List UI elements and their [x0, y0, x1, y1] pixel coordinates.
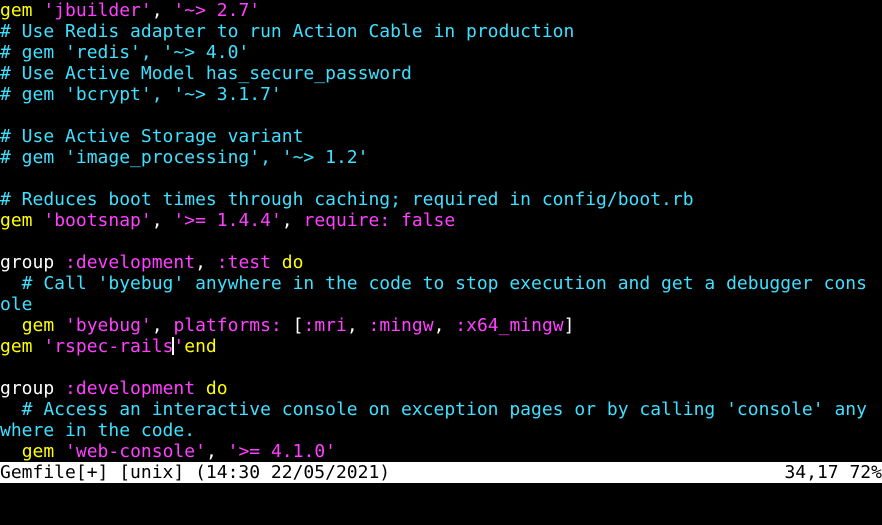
code-token: # Access an interactive console on excep… [0, 399, 867, 420]
code-token: end [184, 336, 217, 357]
status-file-info: Gemfile[+] [unix] (14:30 22/05/2021) [0, 462, 391, 483]
vim-command-line[interactable] [0, 483, 882, 506]
code-token: '>= 1.4.4' [173, 210, 282, 231]
code-line[interactable]: # gem 'image_processing', '~> 1.2' [0, 147, 882, 168]
code-line[interactable]: gem 'web-console', '>= 4.1.0' [0, 441, 882, 462]
code-token: :development [65, 252, 196, 273]
code-token: where in the code. [0, 420, 196, 441]
code-line[interactable]: # Use Active Model has_secure_password [0, 63, 882, 84]
code-token: gem [21, 441, 55, 462]
code-line[interactable]: gem 'jbuilder', '~> 2.7' [0, 0, 882, 21]
code-token: '~> 2.7' [173, 0, 261, 21]
code-token: , [433, 315, 456, 336]
code-token: gem [0, 336, 33, 357]
code-token: , [151, 0, 174, 21]
code-token: :mri [303, 315, 347, 336]
code-line[interactable]: # Call 'byebug' anywhere in the code to … [0, 273, 882, 294]
code-token: false [401, 210, 456, 231]
code-token: :test [216, 252, 271, 273]
code-token: , [195, 252, 217, 273]
code-token: # gem 'redis', '~> 4.0' [0, 42, 250, 63]
vim-status-line: Gemfile[+] [unix] (14:30 22/05/2021) 34,… [0, 462, 882, 483]
code-line[interactable]: # Access an interactive console on excep… [0, 399, 882, 420]
code-token: 'web-console' [65, 441, 206, 462]
code-token: group [0, 252, 66, 273]
code-token: ' [173, 336, 185, 357]
code-token: # Use Redis adapter to run Action Cable … [0, 21, 575, 42]
code-token: :mingw [368, 315, 434, 336]
code-token: # gem 'image_processing', '~> 1.2' [0, 147, 369, 168]
code-token: # Use Active Storage variant [0, 126, 304, 147]
code-line[interactable] [0, 168, 882, 189]
code-line[interactable]: group :development, :test do [0, 252, 882, 273]
code-line[interactable]: # Reduces boot times through caching; re… [0, 189, 882, 210]
code-token: gem [0, 0, 33, 21]
code-token: do [205, 378, 228, 399]
code-token: # gem 'bcrypt', '~> 3.1.7' [0, 84, 282, 105]
code-line[interactable]: ole [0, 294, 882, 315]
code-line[interactable]: # Use Active Storage variant [0, 126, 882, 147]
code-line[interactable] [0, 357, 882, 378]
code-token: gem [21, 315, 55, 336]
code-token: 'bootsnap' [43, 210, 152, 231]
code-token: :x64_mingw [455, 315, 564, 336]
code-token: group [0, 378, 66, 399]
code-line[interactable]: # gem 'bcrypt', '~> 3.1.7' [0, 84, 882, 105]
code-line[interactable]: where in the code. [0, 420, 882, 441]
vim-editor-buffer[interactable]: gem 'jbuilder', '~> 2.7' # Use Redis adap… [0, 0, 882, 462]
code-token: do [281, 252, 304, 273]
code-token: platforms: [173, 315, 282, 336]
code-line[interactable] [0, 231, 882, 252]
code-line[interactable]: # gem 'redis', '~> 4.0' [0, 42, 882, 63]
code-token: require: [303, 210, 391, 231]
code-token: gem [0, 210, 33, 231]
code-token: , [346, 315, 369, 336]
code-token: # Call 'byebug' anywhere in the code to … [0, 273, 867, 294]
code-token: 'byebug' [65, 315, 152, 336]
code-token: '>= 4.1.0' [227, 441, 336, 462]
code-line[interactable] [0, 105, 882, 126]
code-token: # Reduces boot times through caching; re… [0, 189, 694, 210]
code-line[interactable]: gem 'byebug', platforms: [:mri, :mingw, … [0, 315, 882, 336]
code-token: 'jbuilder' [43, 0, 152, 21]
code-token: :development [65, 378, 196, 399]
code-token: , [151, 315, 174, 336]
code-token: # Use Active Model has_secure_password [0, 63, 412, 84]
code-line[interactable]: gem 'rspec-rails'end [0, 336, 882, 357]
code-token: ole [0, 294, 33, 315]
code-line[interactable]: group :development do [0, 378, 882, 399]
status-cursor-position: 34,17 72% [784, 462, 882, 483]
code-token: , [281, 210, 304, 231]
code-token: , [151, 210, 174, 231]
code-line[interactable]: gem 'bootsnap', '>= 1.4.4', require: fal… [0, 210, 882, 231]
code-token: ] [563, 315, 575, 336]
code-line[interactable]: # Use Redis adapter to run Action Cable … [0, 21, 882, 42]
code-token: 'rspec-rails [43, 336, 174, 357]
code-token: , [205, 441, 228, 462]
code-token: [ [281, 315, 304, 336]
